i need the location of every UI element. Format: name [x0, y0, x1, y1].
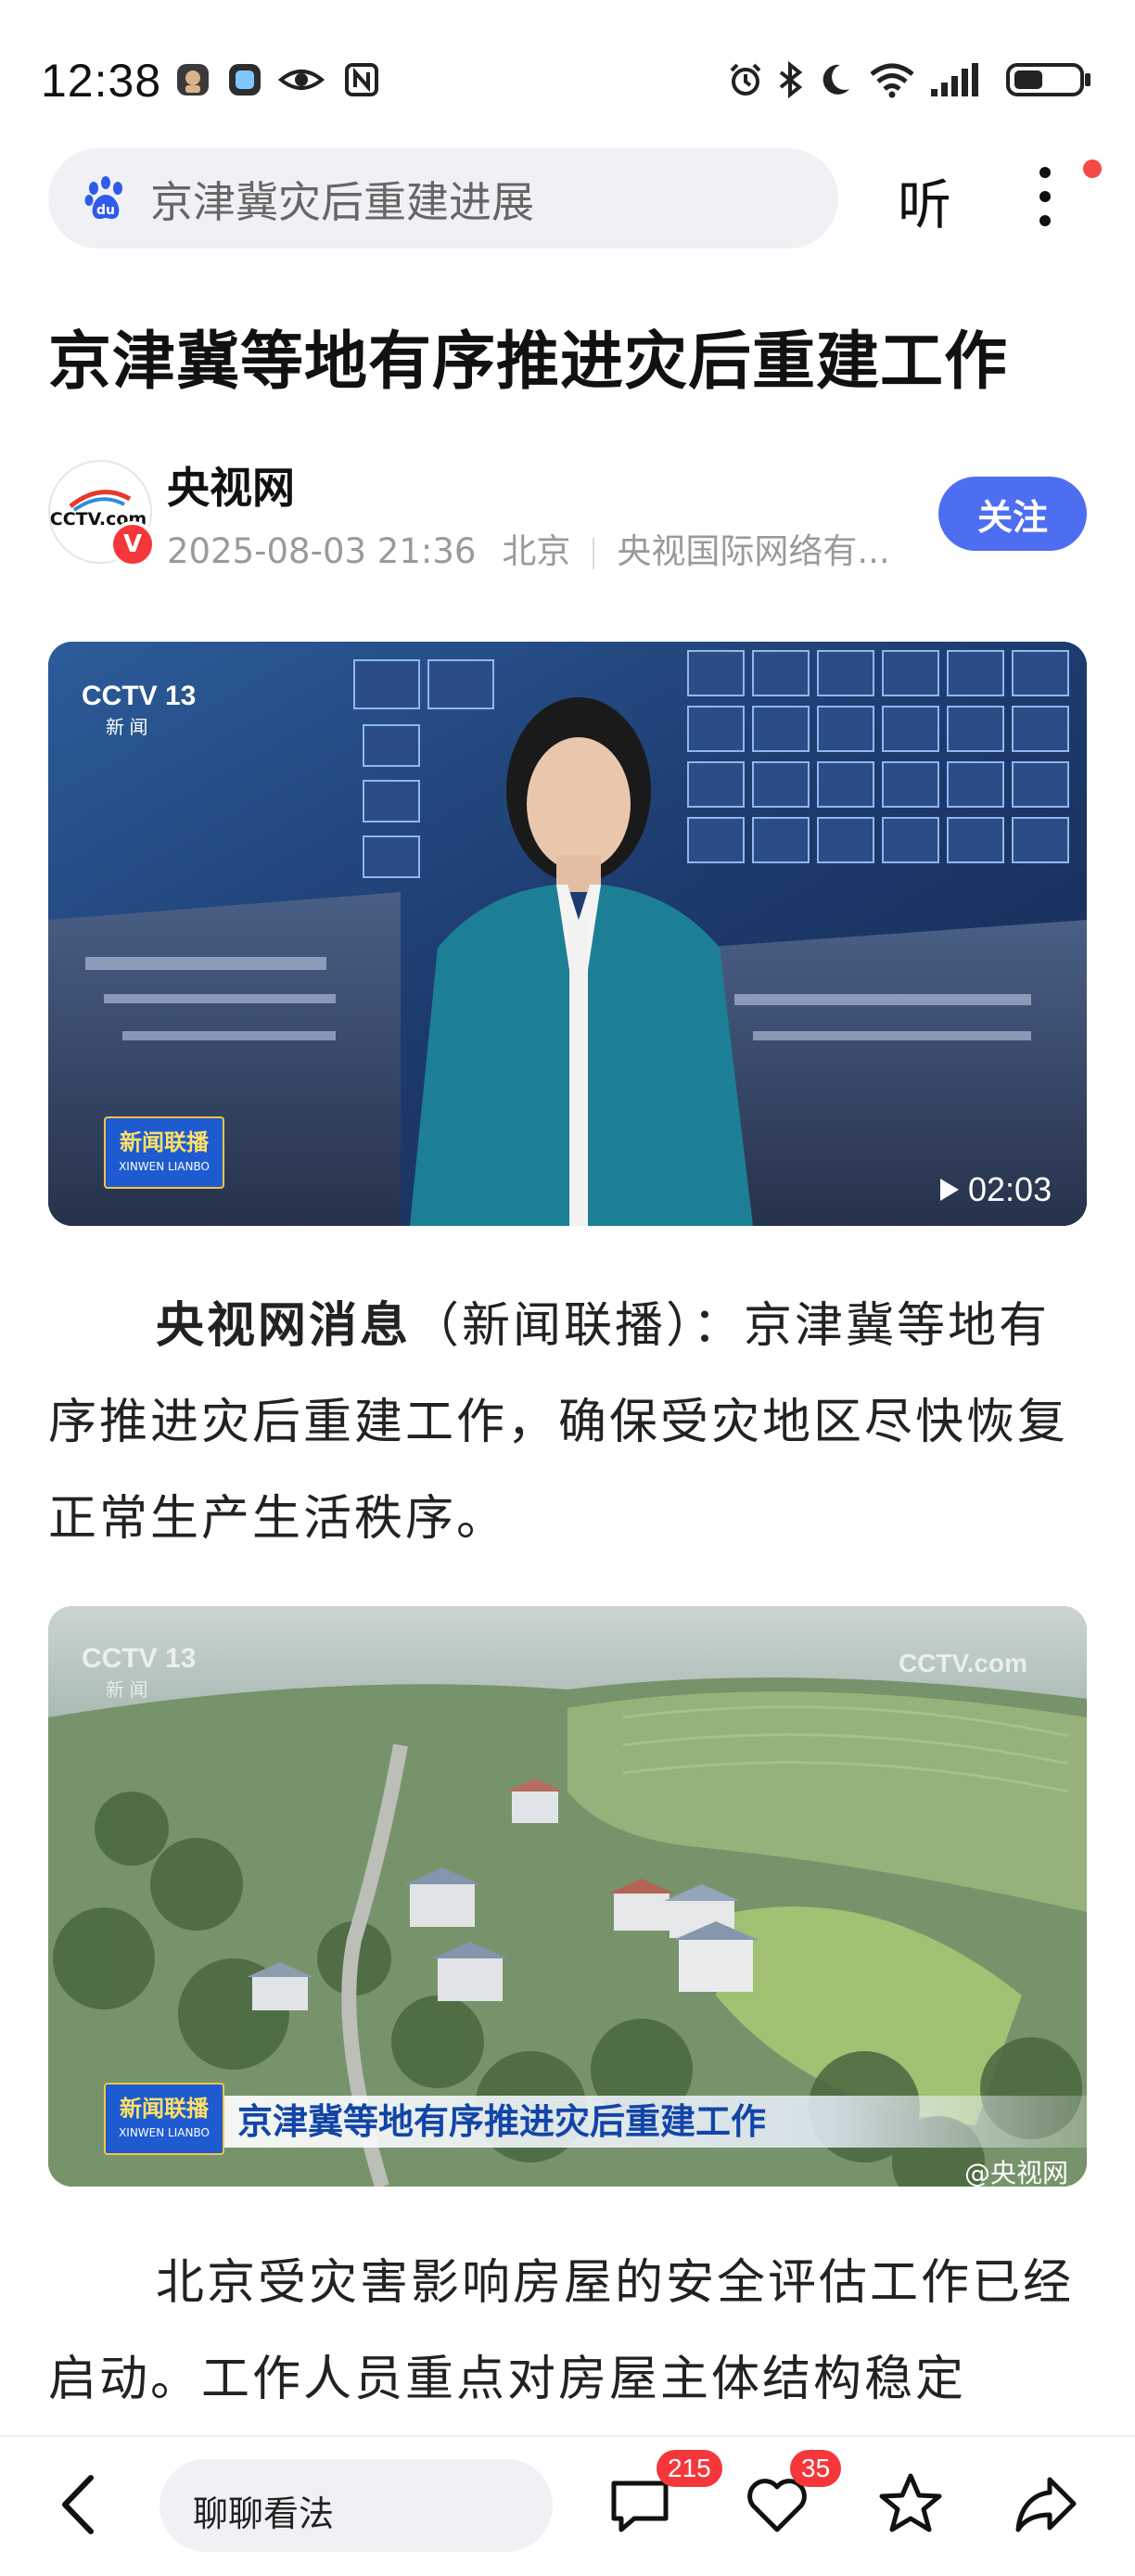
share-icon[interactable] — [1013, 2470, 1079, 2537]
photo-watermark: CCTV.com — [898, 1649, 1027, 1677]
comment-count-badge: 215 — [657, 2450, 722, 2487]
like-count-badge: 35 — [790, 2450, 842, 2487]
meta-divider — [593, 537, 595, 569]
svg-text:du: du — [96, 203, 115, 218]
favorite-star-icon[interactable] — [877, 2470, 944, 2537]
alarm-icon — [727, 61, 764, 98]
article-title: 京津冀等地有序推进灾后重建工作 — [48, 325, 1009, 399]
app-icon — [174, 61, 211, 98]
program-logo: 新闻联播 XINWEN LIANBO — [104, 1116, 224, 1189]
article-image[interactable]: CCTV 13 新 闻 CCTV.com 新闻联播 XINWEN LIANBO … — [48, 1606, 1087, 2187]
listen-button[interactable]: 听 — [898, 161, 951, 239]
bluetooth-icon — [775, 61, 805, 98]
eye-icon — [278, 61, 325, 98]
paragraph-text: 北京受灾害影响房屋的安全评估工作已经启动。工作人员重点对房屋主体结构稳定 — [48, 2255, 1075, 2407]
play-icon — [938, 1172, 961, 1211]
paragraph-lead: 央视网消息 — [156, 1298, 412, 1354]
follow-button[interactable]: 关注 — [938, 477, 1087, 551]
photo-channel-logo: CCTV 13 新 闻 — [82, 1643, 197, 1701]
publish-datetime: 2025-08-03 21:36 — [167, 531, 477, 571]
baidu-logo-icon: du — [82, 174, 130, 223]
comment-placeholder[interactable]: 聊聊看法 — [193, 2485, 334, 2536]
article-paragraph: 央视网消息（新闻联播）：京津冀等地有序推进灾后重建工作，确保受灾地区尽快恢复正常… — [48, 1278, 1087, 1567]
source-meta: 2025-08-03 21:36 北京 央视国际网络有... — [167, 523, 890, 573]
notification-dot — [1083, 159, 1102, 178]
search-query[interactable]: 京津冀灾后重建进展 — [150, 169, 534, 230]
status-time: 12:38 — [41, 55, 162, 107]
photo-credit: @央视网 — [963, 2158, 1068, 2187]
photo-caption-bar: 京津冀等地有序推进灾后重建工作 — [224, 2096, 1087, 2148]
video-duration: 02:03 — [938, 1170, 1052, 1211]
article-paragraph: 北京受灾害影响房屋的安全评估工作已经启动。工作人员重点对房屋主体结构稳定 — [48, 2235, 1087, 2428]
moon-icon — [816, 61, 853, 98]
video-player[interactable]: CCTV 13 新 闻 新闻联播 XINWEN LIANBO — [48, 642, 1087, 1226]
photo-program-logo: 新闻联播 XINWEN LIANBO — [104, 2083, 224, 2155]
nfc-icon — [343, 61, 380, 98]
publisher-name: 央视国际网络有... — [617, 531, 890, 571]
app-icon — [226, 61, 263, 98]
signal-icon — [929, 61, 979, 98]
back-arrow-icon[interactable] — [57, 2472, 98, 2537]
battery-icon — [1005, 61, 1094, 98]
verified-badge: V — [109, 521, 156, 567]
wifi-icon — [868, 61, 916, 98]
source-name[interactable]: 央视网 — [167, 454, 295, 516]
video-channel-logo: CCTV 13 新 闻 — [82, 681, 197, 738]
photo-caption: 京津冀等地有序推进灾后重建工作 — [237, 2101, 767, 2142]
more-options-icon[interactable] — [1031, 163, 1059, 230]
publish-location: 北京 — [502, 531, 571, 571]
